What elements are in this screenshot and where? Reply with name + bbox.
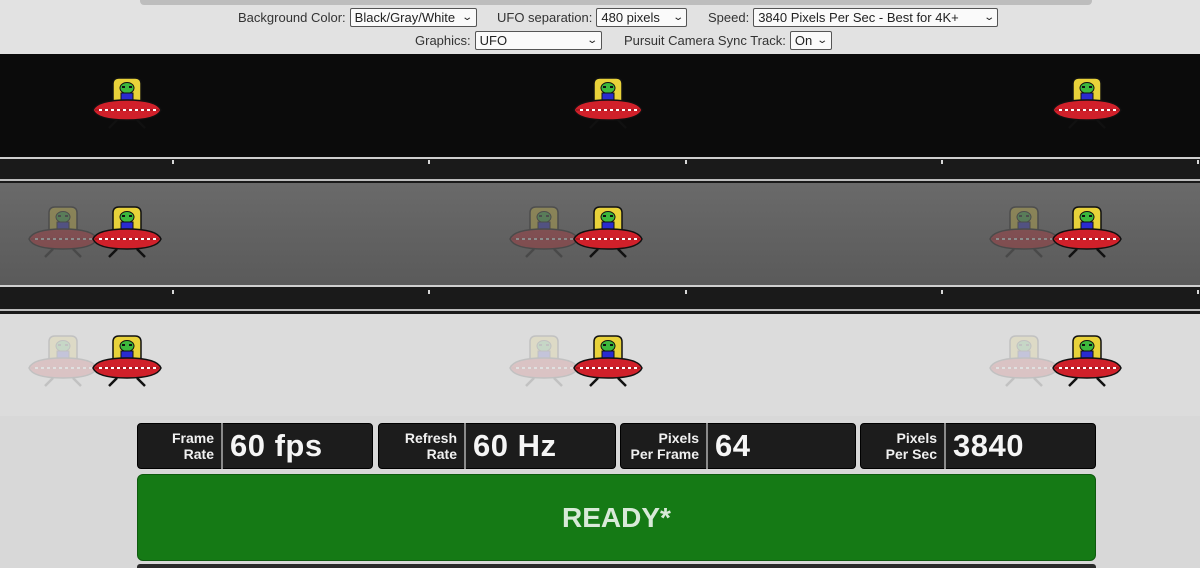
sync-tick [941, 160, 943, 164]
sync-tick [428, 290, 430, 294]
pixels-per-frame-value: 64 [715, 428, 751, 463]
frame-rate-label-line2: Rate [183, 446, 214, 462]
frame-rate-label: Frame Rate [138, 423, 223, 469]
speed-select[interactable]: 3840 Pixels Per Sec - Best for 4K+ ⌄ [753, 8, 999, 27]
ufo-icon [1051, 76, 1123, 130]
status-text: READY* [562, 501, 671, 533]
speed-label: Speed: [708, 10, 750, 25]
background-color-value: Black/Gray/White [354, 10, 456, 25]
sync-tick [428, 160, 430, 164]
black-test-band [0, 54, 1200, 157]
frame-rate-label-line1: Frame [171, 430, 214, 446]
sync-tick [172, 160, 174, 164]
chevron-down-icon: ⌄ [983, 12, 995, 23]
sync-tick [1197, 160, 1199, 164]
sync-track-separator [0, 285, 1200, 314]
pixels-per-sec-label-line2: Per Sec [885, 446, 937, 462]
pursuit-sync-value: On [794, 33, 813, 48]
ufo-ghost-icon [988, 205, 1060, 259]
ufo-separation-label: UFO separation: [497, 10, 593, 25]
pixels-per-sec-label: Pixels Per Sec [861, 423, 946, 469]
refresh-rate-label-line2: Rate [426, 446, 457, 462]
refresh-rate-label-line1: Refresh [404, 430, 457, 446]
pixels-per-frame-label-line2: Per Frame [630, 446, 699, 462]
white-test-band [0, 314, 1200, 416]
ufo-icon [572, 334, 644, 388]
sync-tick [685, 160, 687, 164]
stats-bar: Frame Rate 60 fps Refresh Rate 60 Hz Pix… [137, 423, 1096, 469]
top-frame-edge [140, 0, 1092, 5]
refresh-rate-value: 60 Hz [473, 428, 557, 463]
ufo-icon [572, 76, 644, 130]
frame-rate-stat: Frame Rate 60 fps [137, 423, 373, 469]
pursuit-sync-label: Pursuit Camera Sync Track: [624, 33, 786, 48]
background-color-select[interactable]: Black/Gray/White ⌄ [349, 8, 477, 27]
ufo-icon [91, 76, 163, 130]
speed-control: Speed: 3840 Pixels Per Sec - Best for 4K… [708, 8, 999, 27]
chevron-down-icon: ⌄ [672, 12, 685, 23]
sync-tick [1197, 290, 1199, 294]
chevron-down-icon: ⌄ [816, 35, 829, 46]
chevron-down-icon: ⌄ [461, 12, 474, 23]
pixels-per-frame-label: Pixels Per Frame [621, 423, 708, 469]
sync-track-line-bottom [0, 309, 1200, 311]
sync-tick [941, 290, 943, 294]
sync-tick [172, 290, 174, 294]
background-color-control: Background Color: Black/Gray/White ⌄ [238, 8, 477, 27]
refresh-rate-stat: Refresh Rate 60 Hz [378, 423, 616, 469]
graphics-label: Graphics: [415, 33, 471, 48]
ufo-separation-select[interactable]: 480 pixels ⌄ [596, 8, 688, 27]
sync-track-separator [0, 157, 1200, 183]
chevron-down-icon: ⌄ [586, 35, 599, 46]
settings-panel: Background Color: Black/Gray/White ⌄ UFO… [0, 0, 1200, 54]
graphics-select[interactable]: UFO ⌄ [474, 31, 602, 50]
next-panel-edge [137, 564, 1096, 568]
ufo-ghost-icon [27, 334, 99, 388]
ufo-icon [1051, 334, 1123, 388]
sync-track-line-top [0, 285, 1200, 287]
ufo-separation-control: UFO separation: 480 pixels ⌄ [497, 8, 688, 27]
pixels-per-frame-stat: Pixels Per Frame 64 [620, 423, 856, 469]
ufo-icon [1051, 205, 1123, 259]
background-color-label: Background Color: [238, 10, 346, 25]
pixels-per-frame-label-line1: Pixels [658, 430, 699, 446]
ufo-separation-value: 480 pixels [601, 10, 660, 25]
ufo-icon [91, 205, 163, 259]
speed-value: 3840 Pixels Per Sec - Best for 4K+ [758, 10, 959, 25]
pursuit-sync-select[interactable]: On ⌄ [789, 31, 832, 50]
pixels-per-sec-stat: Pixels Per Sec 3840 [860, 423, 1096, 469]
ufo-icon [572, 205, 644, 259]
graphics-value: UFO [479, 33, 508, 48]
ufo-ghost-icon [988, 334, 1060, 388]
status-banner: READY* [137, 474, 1096, 561]
pursuit-sync-control: Pursuit Camera Sync Track: On ⌄ [624, 31, 832, 50]
graphics-control: Graphics: UFO ⌄ [415, 31, 602, 50]
frame-rate-value: 60 fps [230, 428, 323, 463]
sync-track-line-bottom [0, 179, 1200, 181]
ufo-ghost-icon [27, 205, 99, 259]
pixels-per-sec-label-line1: Pixels [896, 430, 937, 446]
ufo-ghost-icon [508, 205, 580, 259]
ufo-icon [91, 334, 163, 388]
refresh-rate-label: Refresh Rate [379, 423, 466, 469]
sync-tick [685, 290, 687, 294]
pixels-per-sec-value: 3840 [953, 428, 1024, 463]
gray-test-band [0, 183, 1200, 285]
sync-track-line-top [0, 157, 1200, 159]
ufo-ghost-icon [508, 334, 580, 388]
